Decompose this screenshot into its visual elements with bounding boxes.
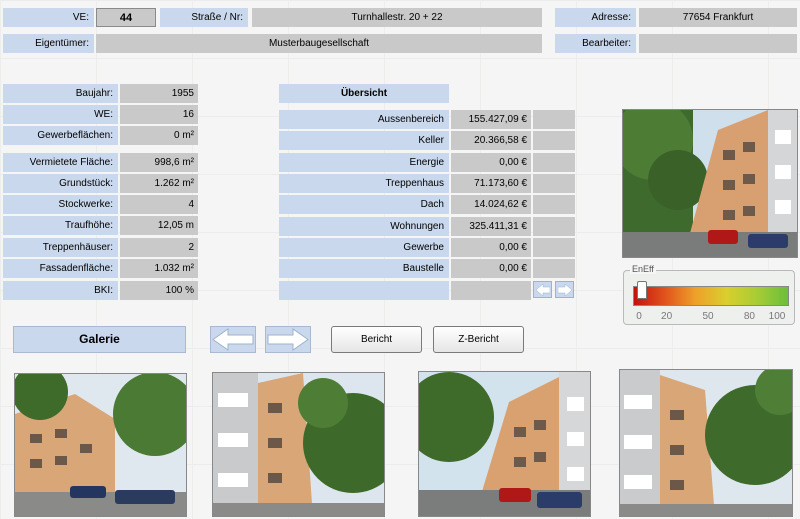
- strasse-field[interactable]: Turnhallestr. 20 + 22: [252, 8, 542, 27]
- eneff-tick-label: 0: [636, 311, 642, 322]
- gallery-photo-4[interactable]: [619, 369, 793, 517]
- overview-label: Dach: [279, 195, 449, 215]
- detail-label: Traufhöhe:: [3, 216, 118, 235]
- overview-label: Keller: [279, 131, 449, 151]
- detail-label: Treppenhäuser:: [3, 238, 118, 257]
- detail-value[interactable]: 998,6 m²: [120, 153, 198, 172]
- detail-label: Grundstück:: [3, 174, 118, 193]
- overview-label: Energie: [279, 152, 449, 172]
- eneff-tick-label: 20: [661, 311, 673, 322]
- overview-extra-cell: [533, 216, 575, 236]
- overview-footer-label: [279, 281, 449, 300]
- ve-field[interactable]: 44: [96, 8, 156, 27]
- detail-value[interactable]: 100 %: [120, 281, 198, 300]
- overview-extra-cell: [533, 131, 575, 151]
- overview-extra-cell: [533, 195, 575, 215]
- overview-label: Aussenbereich: [279, 110, 449, 129]
- eneff-scale-bar: [633, 286, 789, 306]
- overview-value[interactable]: 14.024,62 €: [451, 195, 531, 215]
- bericht-button[interactable]: Bericht: [331, 326, 422, 353]
- adresse-field[interactable]: 77654 Frankfurt: [639, 8, 797, 27]
- detail-label: Stockwerke:: [3, 195, 118, 214]
- detail-label: BKI:: [3, 281, 118, 300]
- overview-value[interactable]: 0,00 €: [451, 152, 531, 172]
- detail-value[interactable]: 1.262 m²: [120, 174, 198, 193]
- overview-value[interactable]: 325.411,31 €: [451, 216, 531, 236]
- overview-label: Wohnungen: [279, 216, 449, 236]
- detail-label: Baujahr:: [3, 84, 118, 103]
- arrow-left-icon: [535, 283, 550, 296]
- detail-value[interactable]: 1.032 m²: [120, 259, 198, 278]
- arrow-left-icon: [212, 328, 254, 351]
- detail-value[interactable]: 12,05 m: [120, 216, 198, 235]
- adresse-label: Adresse:: [555, 8, 636, 27]
- gallery-photo-1[interactable]: [14, 373, 187, 517]
- eneff-slider-handle[interactable]: [636, 281, 647, 299]
- uebersicht-header: Übersicht: [279, 84, 449, 103]
- detail-label: Fassadenfläche:: [3, 259, 118, 278]
- gallery-next-button[interactable]: [265, 326, 311, 353]
- strasse-label: Straße / Nr:: [160, 8, 248, 27]
- ve-label: VE:: [3, 8, 94, 27]
- detail-value[interactable]: 0 m²: [120, 126, 198, 145]
- arrow-right-icon: [557, 283, 572, 296]
- gallery-title: Galerie: [13, 326, 186, 353]
- overview-next-button[interactable]: [555, 281, 574, 298]
- detail-value[interactable]: 4: [120, 195, 198, 214]
- eneff-tick-label: 80: [743, 311, 755, 322]
- gallery-photo-3[interactable]: [418, 371, 591, 517]
- overview-extra-cell: [533, 259, 575, 279]
- building-photo-main: [622, 109, 798, 258]
- overview-label: Gewerbe: [279, 237, 449, 257]
- gallery-prev-button[interactable]: [210, 326, 256, 353]
- gallery-photo-2[interactable]: [212, 372, 385, 517]
- eneff-tick-label: 100: [768, 311, 786, 322]
- eigentuemer-label: Eigentümer:: [3, 34, 94, 53]
- eigentuemer-field[interactable]: Musterbaugesellschaft: [96, 34, 542, 53]
- overview-value[interactable]: 155.427,09 €: [451, 110, 531, 129]
- overview-label: Treppenhaus: [279, 173, 449, 193]
- overview-extra-cell: [533, 110, 575, 129]
- overview-value[interactable]: 0,00 €: [451, 237, 531, 257]
- overview-footer-cell: [451, 281, 531, 300]
- detail-value[interactable]: 1955: [120, 84, 198, 103]
- eneff-tick-label: 50: [702, 311, 714, 322]
- detail-label: WE:: [3, 105, 118, 124]
- overview-extra-cell: [533, 173, 575, 193]
- detail-value[interactable]: 16: [120, 105, 198, 124]
- detail-label: Gewerbeflächen:: [3, 126, 118, 145]
- eneff-title: EnEff: [630, 264, 656, 274]
- overview-extra-cell: [533, 152, 575, 172]
- overview-extra-cell: [533, 237, 575, 257]
- overview-label: Baustelle: [279, 259, 449, 279]
- overview-value[interactable]: 0,00 €: [451, 259, 531, 279]
- bearbeiter-field[interactable]: [639, 34, 797, 53]
- detail-label: Vermietete Fläche:: [3, 153, 118, 172]
- overview-value[interactable]: 71.173,60 €: [451, 173, 531, 193]
- overview-value[interactable]: 20.366,58 €: [451, 131, 531, 151]
- energy-efficiency-panel: EnEff 0 20 50 80 100: [623, 264, 795, 325]
- overview-prev-button[interactable]: [533, 281, 552, 298]
- arrow-right-icon: [267, 328, 309, 351]
- z-bericht-button[interactable]: Z-Bericht: [433, 326, 524, 353]
- detail-value[interactable]: 2: [120, 238, 198, 257]
- bearbeiter-label: Bearbeiter:: [555, 34, 636, 53]
